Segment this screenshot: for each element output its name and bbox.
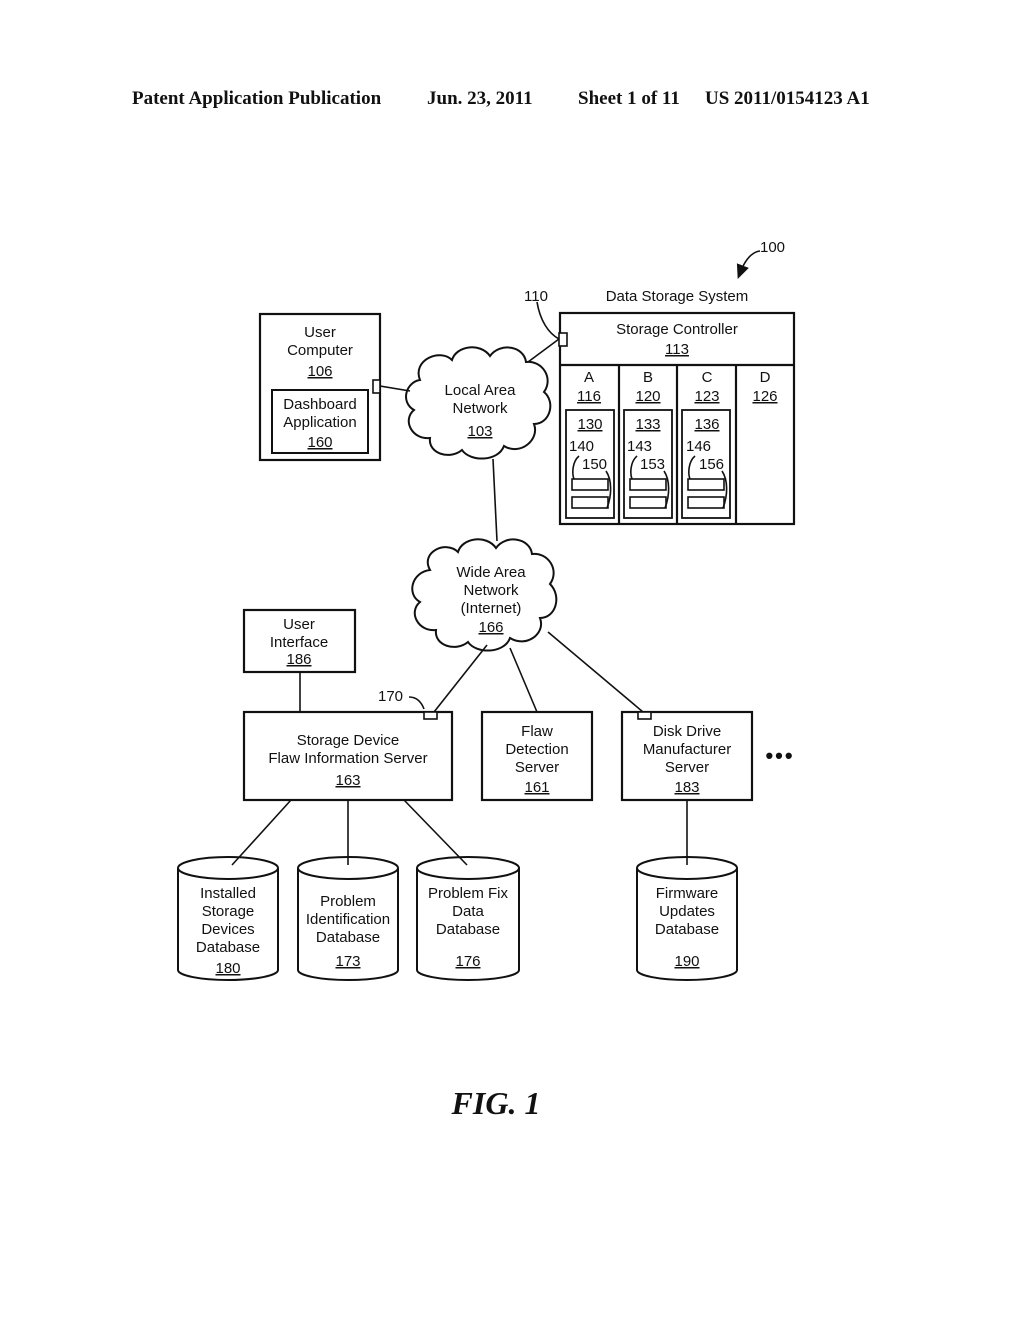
user-interface-ref: 186 — [286, 651, 311, 668]
dashboard-line1: Dashboard — [283, 396, 356, 413]
db176-line2: Data — [452, 903, 484, 920]
lead-156-label: 156 — [699, 456, 724, 473]
link-server-db176 — [403, 799, 468, 866]
db180-line2: Storage — [202, 903, 255, 920]
ellipsis-more-servers: ••• — [765, 743, 794, 768]
db176-line3: Database — [436, 921, 500, 938]
user-computer-ref: 106 — [307, 363, 332, 380]
lan-ref: 103 — [467, 423, 492, 440]
lead-140-label: 140 — [569, 438, 594, 455]
link-wan-flaw-detection — [509, 647, 538, 713]
user-computer-line2: Computer — [287, 342, 353, 359]
manufacturer-line1: Disk Drive — [653, 723, 721, 740]
manufacturer-line2: Manufacturer — [643, 741, 731, 758]
db176-ref: 176 — [455, 953, 480, 970]
db173-line1: Problem — [320, 893, 376, 910]
link-computer-lan — [379, 385, 411, 392]
ref-170-label: 170 — [378, 688, 403, 705]
flaw-detection-line1: Flaw — [521, 723, 553, 740]
lead-153-label: 153 — [640, 456, 665, 473]
drive-130-ref: 130 — [577, 416, 602, 433]
user-computer-line1: User — [304, 324, 336, 341]
slot-c-ref: 123 — [694, 388, 719, 405]
user-computer-port — [372, 379, 381, 394]
drive-136-ref: 136 — [694, 416, 719, 433]
flaw-detection-line2: Detection — [505, 741, 568, 758]
db190-ref: 190 — [674, 953, 699, 970]
slot-d-ref: 126 — [752, 388, 777, 405]
manufacturer-ref: 183 — [674, 779, 699, 796]
ref-100-label: 100 — [760, 239, 785, 256]
slot-a-ref: 116 — [577, 388, 601, 405]
user-interface-line2: Interface — [270, 634, 328, 651]
db173-line2: Identification — [306, 911, 390, 928]
wan-line1: Wide Area — [456, 564, 526, 581]
link-lan-wan — [492, 458, 498, 542]
storage-controller-ref: 113 — [665, 341, 689, 358]
figure-label: FIG. 1 — [451, 1085, 541, 1121]
slot-b-letter: B — [643, 369, 653, 386]
lead-150-label: 150 — [582, 456, 607, 473]
slot-d-letter: D — [760, 369, 771, 386]
lan-line2: Network — [452, 400, 508, 417]
ref-110-label: 110 — [524, 288, 548, 305]
db180-line3: Devices — [201, 921, 254, 938]
ref-110-leader — [536, 301, 560, 340]
flaw-info-ref: 163 — [335, 772, 360, 789]
wan-line2: Network — [463, 582, 519, 599]
db190-line1: Firmware — [656, 885, 719, 902]
drive-133-ref: 133 — [635, 416, 660, 433]
lead-146-label: 146 — [686, 438, 711, 455]
dashboard-line2: Application — [283, 414, 356, 431]
data-storage-system-title: Data Storage System — [606, 288, 749, 305]
db180-ref: 180 — [215, 960, 240, 977]
db173-line3: Database — [316, 929, 380, 946]
flaw-info-line2: Flaw Information Server — [268, 750, 427, 767]
slot-a-letter: A — [584, 369, 594, 386]
wan-line3: (Internet) — [461, 600, 522, 617]
flaw-detection-ref: 161 — [524, 779, 549, 796]
lead-143-label: 143 — [627, 438, 652, 455]
ref-100-arrow — [736, 250, 761, 279]
slot-c-letter: C — [702, 369, 713, 386]
db190-line2: Updates — [659, 903, 715, 920]
db173-ref: 173 — [335, 953, 360, 970]
link-wan-flaw-info — [433, 644, 488, 713]
wan-ref: 166 — [478, 619, 503, 636]
db190-line3: Database — [655, 921, 719, 938]
slot-b-ref: 120 — [635, 388, 660, 405]
link-server-db180 — [231, 799, 292, 866]
storage-controller-label: Storage Controller — [616, 321, 738, 338]
flaw-info-line1: Storage Device — [297, 732, 400, 749]
user-interface-line1: User — [283, 616, 315, 633]
ref-170-leader — [408, 696, 425, 710]
manufacturer-line3: Server — [665, 759, 709, 776]
db176-line1: Problem Fix — [428, 885, 509, 902]
system-diagram: 100 110 Data Storage System Storage Cont… — [177, 239, 796, 1121]
lan-line1: Local Area — [445, 382, 517, 399]
link-wan-manufacturer — [547, 631, 644, 713]
flaw-detection-line3: Server — [515, 759, 559, 776]
manufacturer-port — [637, 711, 652, 720]
dashboard-ref: 160 — [307, 434, 332, 451]
port-110 — [558, 332, 568, 347]
link-lan-storage — [527, 338, 560, 363]
port-170 — [423, 711, 438, 720]
db180-line1: Installed — [200, 885, 256, 902]
db180-line4: Database — [196, 939, 260, 956]
